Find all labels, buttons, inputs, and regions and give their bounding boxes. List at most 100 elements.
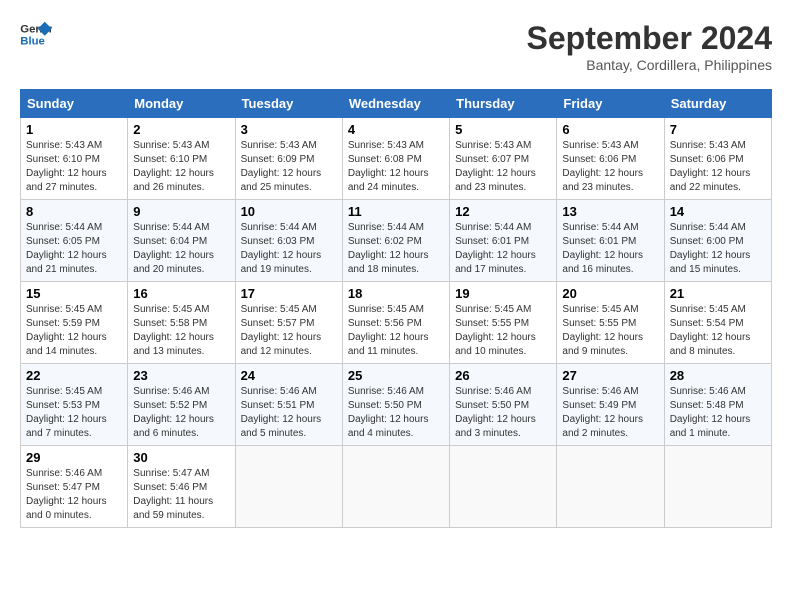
day-info: Sunrise: 5:43 AM Sunset: 6:10 PM Dayligh… — [133, 139, 229, 195]
calendar-cell: 6 Sunrise: 5:43 AM Sunset: 6:06 PM Daylig… — [557, 118, 664, 200]
calendar-cell: 14 Sunrise: 5:44 AM Sunset: 6:00 PM Dayli… — [664, 200, 771, 282]
day-number: 8 — [26, 204, 122, 219]
week-row-5: 29 Sunrise: 5:46 AM Sunset: 5:47 PM Dayli… — [21, 446, 772, 528]
page-header: General Blue September 2024 Bantay, Cord… — [20, 20, 772, 73]
day-number: 26 — [455, 368, 551, 383]
calendar-cell: 20 Sunrise: 5:45 AM Sunset: 5:55 PM Dayli… — [557, 282, 664, 364]
day-info: Sunrise: 5:43 AM Sunset: 6:10 PM Dayligh… — [26, 139, 122, 195]
calendar-cell: 9 Sunrise: 5:44 AM Sunset: 6:04 PM Daylig… — [128, 200, 235, 282]
day-number: 15 — [26, 286, 122, 301]
calendar-cell: 17 Sunrise: 5:45 AM Sunset: 5:57 PM Dayli… — [235, 282, 342, 364]
calendar-cell: 19 Sunrise: 5:45 AM Sunset: 5:55 PM Dayli… — [450, 282, 557, 364]
day-number: 25 — [348, 368, 444, 383]
month-title: September 2024 — [527, 20, 772, 57]
day-number: 17 — [241, 286, 337, 301]
calendar-cell: 15 Sunrise: 5:45 AM Sunset: 5:59 PM Dayli… — [21, 282, 128, 364]
calendar-cell: 7 Sunrise: 5:43 AM Sunset: 6:06 PM Daylig… — [664, 118, 771, 200]
day-number: 9 — [133, 204, 229, 219]
calendar-header: SundayMondayTuesdayWednesdayThursdayFrid… — [21, 90, 772, 118]
column-header-saturday: Saturday — [664, 90, 771, 118]
day-number: 16 — [133, 286, 229, 301]
calendar-cell: 2 Sunrise: 5:43 AM Sunset: 6:10 PM Daylig… — [128, 118, 235, 200]
calendar-cell: 13Sunrise: 5:44 AM Sunset: 6:01 PM Dayli… — [557, 200, 664, 282]
calendar-cell — [235, 446, 342, 528]
day-info: Sunrise: 5:44 AM Sunset: 6:00 PM Dayligh… — [670, 221, 766, 277]
day-info: Sunrise: 5:44 AM Sunset: 6:05 PM Dayligh… — [26, 221, 122, 277]
calendar-body: 1 Sunrise: 5:43 AM Sunset: 6:10 PM Daylig… — [21, 118, 772, 528]
day-info: Sunrise: 5:46 AM Sunset: 5:49 PM Dayligh… — [562, 385, 658, 441]
day-info: Sunrise: 5:46 AM Sunset: 5:50 PM Dayligh… — [348, 385, 444, 441]
calendar-cell: 16 Sunrise: 5:45 AM Sunset: 5:58 PM Dayli… — [128, 282, 235, 364]
day-info: Sunrise: 5:45 AM Sunset: 5:57 PM Dayligh… — [241, 303, 337, 359]
day-info: Sunrise: 5:46 AM Sunset: 5:47 PM Dayligh… — [26, 467, 122, 523]
day-info: Sunrise: 5:44 AM Sunset: 6:01 PM Dayligh… — [562, 221, 658, 277]
week-row-2: 8 Sunrise: 5:44 AM Sunset: 6:05 PM Daylig… — [21, 200, 772, 282]
calendar-cell: 28 Sunrise: 5:46 AM Sunset: 5:48 PM Dayli… — [664, 364, 771, 446]
day-number: 20 — [562, 286, 658, 301]
day-number: 29 — [26, 450, 122, 465]
calendar-cell: 8 Sunrise: 5:44 AM Sunset: 6:05 PM Daylig… — [21, 200, 128, 282]
calendar-cell — [450, 446, 557, 528]
calendar-cell: 21 Sunrise: 5:45 AM Sunset: 5:54 PM Dayli… — [664, 282, 771, 364]
day-info: Sunrise: 5:43 AM Sunset: 6:07 PM Dayligh… — [455, 139, 551, 195]
day-number: 21 — [670, 286, 766, 301]
logo-icon: General Blue — [20, 20, 52, 48]
day-info: Sunrise: 5:47 AM Sunset: 5:46 PM Dayligh… — [133, 467, 229, 523]
day-info: Sunrise: 5:45 AM Sunset: 5:55 PM Dayligh… — [455, 303, 551, 359]
location-title: Bantay, Cordillera, Philippines — [527, 57, 772, 73]
day-number: 12 — [455, 204, 551, 219]
day-number: 19 — [455, 286, 551, 301]
calendar-cell: 11Sunrise: 5:44 AM Sunset: 6:02 PM Dayli… — [342, 200, 449, 282]
calendar-cell: 30 Sunrise: 5:47 AM Sunset: 5:46 PM Dayli… — [128, 446, 235, 528]
column-header-friday: Friday — [557, 90, 664, 118]
day-number: 30 — [133, 450, 229, 465]
calendar-cell: 25 Sunrise: 5:46 AM Sunset: 5:50 PM Dayli… — [342, 364, 449, 446]
svg-text:Blue: Blue — [20, 36, 45, 48]
calendar-cell: 26 Sunrise: 5:46 AM Sunset: 5:50 PM Dayli… — [450, 364, 557, 446]
day-info: Sunrise: 5:43 AM Sunset: 6:06 PM Dayligh… — [670, 139, 766, 195]
day-info: Sunrise: 5:44 AM Sunset: 6:01 PM Dayligh… — [455, 221, 551, 277]
day-info: Sunrise: 5:45 AM Sunset: 5:53 PM Dayligh… — [26, 385, 122, 441]
day-number: 24 — [241, 368, 337, 383]
column-header-sunday: Sunday — [21, 90, 128, 118]
day-info: Sunrise: 5:45 AM Sunset: 5:59 PM Dayligh… — [26, 303, 122, 359]
day-info: Sunrise: 5:43 AM Sunset: 6:08 PM Dayligh… — [348, 139, 444, 195]
day-number: 28 — [670, 368, 766, 383]
calendar-table: SundayMondayTuesdayWednesdayThursdayFrid… — [20, 89, 772, 528]
day-number: 14 — [670, 204, 766, 219]
day-number: 3 — [241, 122, 337, 137]
calendar-cell: 5Sunrise: 5:43 AM Sunset: 6:07 PM Daylig… — [450, 118, 557, 200]
calendar-cell: 22 Sunrise: 5:45 AM Sunset: 5:53 PM Dayli… — [21, 364, 128, 446]
header-row: SundayMondayTuesdayWednesdayThursdayFrid… — [21, 90, 772, 118]
day-number: 4 — [348, 122, 444, 137]
calendar-cell — [342, 446, 449, 528]
calendar-cell — [664, 446, 771, 528]
day-info: Sunrise: 5:45 AM Sunset: 5:54 PM Dayligh… — [670, 303, 766, 359]
day-info: Sunrise: 5:45 AM Sunset: 5:56 PM Dayligh… — [348, 303, 444, 359]
day-number: 6 — [562, 122, 658, 137]
calendar-cell: 29 Sunrise: 5:46 AM Sunset: 5:47 PM Dayli… — [21, 446, 128, 528]
calendar-cell: 12 Sunrise: 5:44 AM Sunset: 6:01 PM Dayli… — [450, 200, 557, 282]
week-row-1: 1 Sunrise: 5:43 AM Sunset: 6:10 PM Daylig… — [21, 118, 772, 200]
title-section: September 2024 Bantay, Cordillera, Phili… — [527, 20, 772, 73]
day-info: Sunrise: 5:46 AM Sunset: 5:52 PM Dayligh… — [133, 385, 229, 441]
day-number: 22 — [26, 368, 122, 383]
calendar-cell — [557, 446, 664, 528]
day-number: 1 — [26, 122, 122, 137]
week-row-3: 15 Sunrise: 5:45 AM Sunset: 5:59 PM Dayli… — [21, 282, 772, 364]
logo: General Blue — [20, 20, 52, 48]
day-info: Sunrise: 5:43 AM Sunset: 6:09 PM Dayligh… — [241, 139, 337, 195]
calendar-cell: 1 Sunrise: 5:43 AM Sunset: 6:10 PM Daylig… — [21, 118, 128, 200]
day-number: 2 — [133, 122, 229, 137]
day-info: Sunrise: 5:43 AM Sunset: 6:06 PM Dayligh… — [562, 139, 658, 195]
day-info: Sunrise: 5:45 AM Sunset: 5:55 PM Dayligh… — [562, 303, 658, 359]
day-info: Sunrise: 5:44 AM Sunset: 6:04 PM Dayligh… — [133, 221, 229, 277]
column-header-wednesday: Wednesday — [342, 90, 449, 118]
day-info: Sunrise: 5:45 AM Sunset: 5:58 PM Dayligh… — [133, 303, 229, 359]
day-info: Sunrise: 5:44 AM Sunset: 6:03 PM Dayligh… — [241, 221, 337, 277]
column-header-tuesday: Tuesday — [235, 90, 342, 118]
day-info: Sunrise: 5:46 AM Sunset: 5:50 PM Dayligh… — [455, 385, 551, 441]
day-number: 7 — [670, 122, 766, 137]
day-info: Sunrise: 5:46 AM Sunset: 5:48 PM Dayligh… — [670, 385, 766, 441]
week-row-4: 22 Sunrise: 5:45 AM Sunset: 5:53 PM Dayli… — [21, 364, 772, 446]
